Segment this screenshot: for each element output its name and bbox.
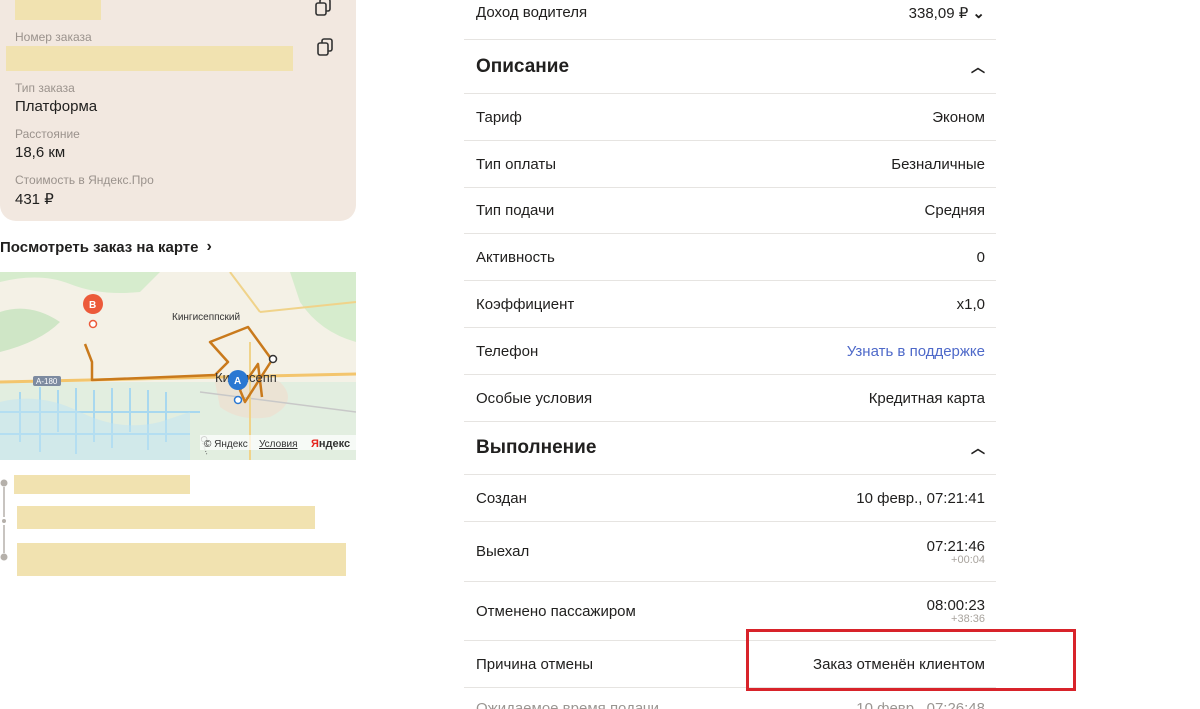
view-on-map-label: Посмотреть заказ на карте	[0, 238, 199, 256]
tariff-label: Тариф	[476, 108, 522, 126]
cancelled-value: 08:00:23 +38:36	[926, 597, 985, 625]
coefficient-label: Коэффициент	[476, 295, 575, 313]
order-type-label: Тип заказа	[15, 81, 75, 95]
chevron-up-icon[interactable]: ︿	[971, 57, 985, 77]
redacted-point-b	[17, 543, 346, 576]
description-header[interactable]: Описание ︿	[464, 40, 996, 94]
cancelled-label: Отменено пассажиром	[476, 602, 636, 620]
special-conditions-label: Особые условия	[476, 389, 593, 407]
tariff-row: Тариф Эконом	[464, 94, 996, 141]
departed-row: Выехал 07:21:46 +00:04	[464, 522, 996, 582]
point-b-label: B	[89, 300, 96, 311]
brand-first-letter: Я	[311, 438, 319, 450]
order-number-label: Номер заказа	[15, 30, 92, 44]
driver-income-row[interactable]: Доход водителя 338,09 ₽ ⌄	[464, 0, 996, 40]
route-line-icon	[0, 479, 8, 561]
pickup-type-value: Средняя	[924, 202, 985, 219]
departed-value: 07:21:46 +00:04	[926, 537, 985, 566]
cancel-reason-highlight-box	[746, 629, 1076, 691]
chevron-down-icon: ⌄	[972, 5, 985, 22]
cancelled-delta: +38:36	[951, 613, 985, 625]
coefficient-value: x1,0	[956, 295, 985, 313]
ask-support-link[interactable]: Узнать в поддержке	[847, 343, 985, 360]
created-label: Создан	[476, 489, 527, 507]
created-value: 10 февр., 07:21:41	[856, 489, 985, 507]
redacted-point-a	[14, 475, 190, 494]
distance-value: 18,6 км	[15, 144, 66, 161]
phone-label: Телефон	[476, 342, 539, 360]
phone-row: Телефон Узнать в поддержке	[464, 328, 996, 375]
redacted-field	[15, 0, 101, 20]
cancel-reason-label: Причина отмены	[476, 655, 594, 673]
point-a-label: A	[234, 376, 241, 387]
payment-type-value: Безналичные	[891, 155, 985, 173]
departed-label: Выехал	[476, 543, 530, 560]
created-row: Создан 10 февр., 07:21:41	[464, 475, 996, 522]
chevron-up-icon[interactable]: ︿	[971, 438, 985, 458]
district-label: Кингисеппский	[172, 312, 240, 323]
order-info-card: Номер заказа Тип заказа Платформа Рассто…	[0, 0, 356, 221]
departed-delta: +00:04	[951, 553, 985, 566]
cost-label: Стоимость в Яндекс.Про	[15, 173, 154, 187]
description-title: Описание	[476, 55, 570, 77]
copy-icon[interactable]	[313, 0, 335, 20]
expected-pickup-value: 10 февр., 07:26:48	[856, 700, 985, 709]
distance-label: Расстояние	[15, 127, 80, 141]
activity-value: 0	[976, 248, 985, 266]
map-copyright: © Яндекс	[204, 439, 248, 450]
special-conditions-row: Особые условия Кредитная карта	[464, 375, 996, 422]
route-map[interactable]: А-180 Кингисеппский Кингисепп B A Сл... …	[0, 272, 356, 460]
execution-title: Выполнение	[476, 437, 597, 458]
tariff-value: Эконом	[932, 108, 985, 126]
redacted-order-number	[6, 46, 293, 71]
special-conditions-value: Кредитная карта	[868, 389, 985, 407]
driver-income-label: Доход водителя	[476, 4, 588, 21]
payment-type-row: Тип оплаты Безналичные	[464, 141, 996, 188]
road-label: А-180	[36, 377, 58, 386]
order-type-value: Платформа	[15, 98, 98, 115]
svg-text:Яндекс: Яндекс	[311, 438, 350, 450]
cost-value: 431 ₽	[15, 191, 54, 208]
driver-income-value: 338,09 ₽ ⌄	[908, 5, 985, 22]
expected-pickup-row: Ожидаемое время подачи 10 февр., 07:26:4…	[464, 688, 996, 709]
map-terms-link: Условия	[259, 439, 298, 450]
pickup-type-label: Тип подачи	[476, 202, 555, 219]
pickup-type-row: Тип подачи Средняя	[464, 188, 996, 234]
execution-header[interactable]: Выполнение ︿	[464, 422, 996, 475]
chevron-right-icon: ›	[206, 238, 212, 255]
route-points	[0, 474, 356, 584]
payment-type-label: Тип оплаты	[476, 155, 557, 173]
coefficient-row: Коэффициент x1,0	[464, 281, 996, 328]
activity-label: Активность	[476, 248, 555, 266]
activity-row: Активность 0	[464, 234, 996, 281]
view-on-map-link[interactable]: Посмотреть заказ на карте ›	[0, 238, 212, 256]
copy-icon[interactable]	[315, 38, 337, 60]
map-brand: ндекс	[319, 438, 350, 450]
expected-pickup-label: Ожидаемое время подачи	[476, 700, 660, 709]
redacted-point-mid	[17, 506, 315, 529]
